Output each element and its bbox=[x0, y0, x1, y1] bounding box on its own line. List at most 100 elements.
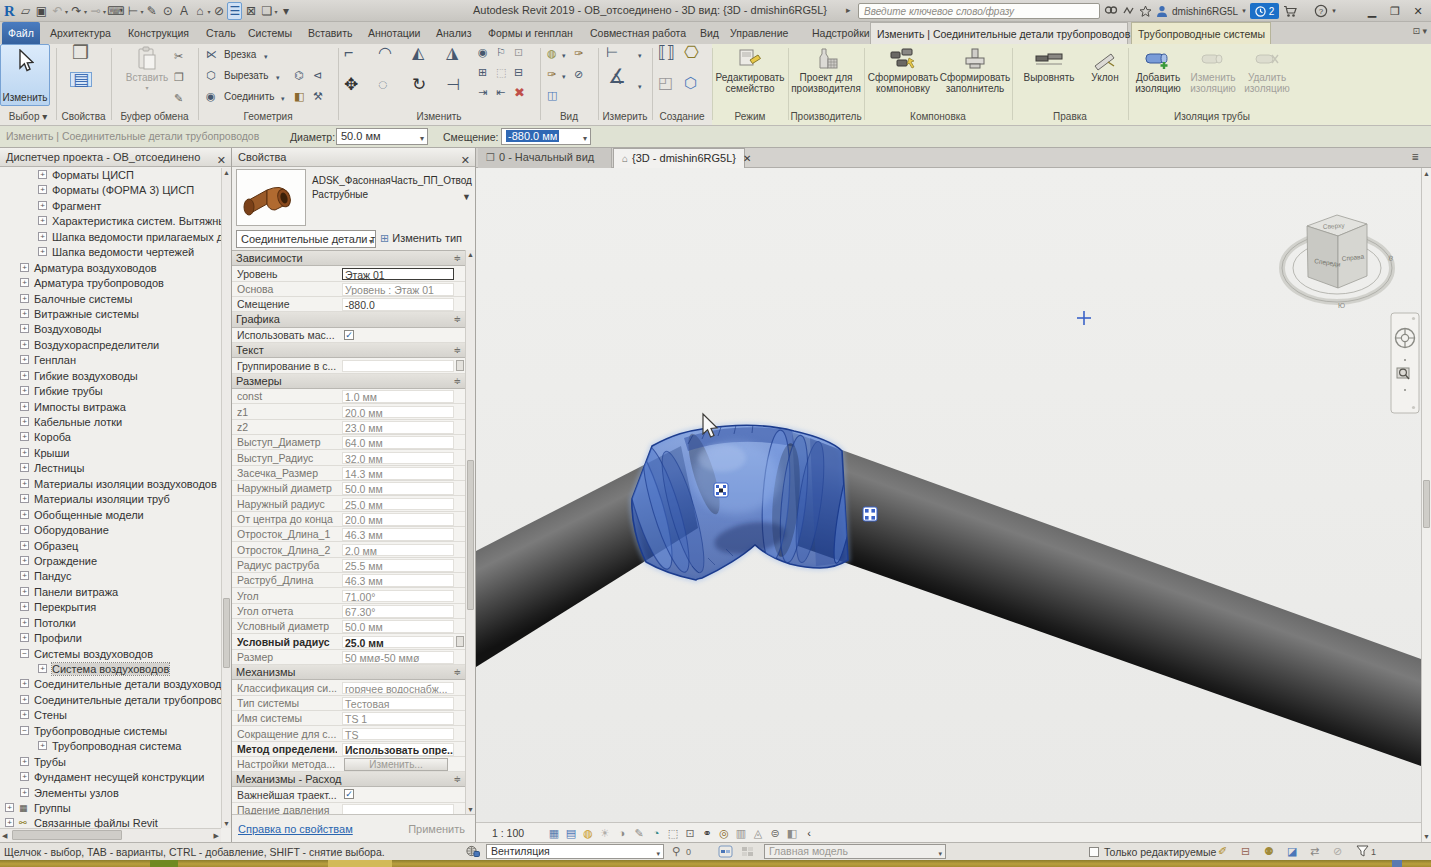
help-icon[interactable]: ? bbox=[1314, 4, 1328, 18]
scroll-up-icon[interactable]: ▲ bbox=[466, 251, 475, 258]
project-browser-vscrollbar[interactable]: ▲ ▼ bbox=[221, 168, 231, 828]
expand-icon[interactable]: + bbox=[38, 216, 47, 225]
paint-icon[interactable]: ◧ bbox=[294, 90, 304, 103]
tree-item[interactable]: −Системы воздуховодов bbox=[0, 647, 221, 662]
property-value[interactable]: 50 ммø-50 ммø bbox=[342, 651, 454, 664]
ribbon-tab-1[interactable]: Конструкция bbox=[122, 22, 195, 44]
close-view-icon[interactable]: ✕ bbox=[743, 153, 751, 164]
tree-item-label[interactable]: Фундамент несущей конструкции bbox=[34, 771, 204, 783]
tree-item-label[interactable]: Панели витража bbox=[34, 586, 118, 598]
switch-windows-icon-dropdown[interactable]: ▾ bbox=[274, 8, 277, 15]
tree-item[interactable]: +Перекрытия bbox=[0, 600, 221, 615]
group-create-icon[interactable]: ⬡ bbox=[684, 76, 697, 89]
connector-marker-left[interactable] bbox=[714, 483, 728, 497]
properties-close-icon[interactable]: ✕ bbox=[461, 151, 470, 169]
user-icon[interactable] bbox=[1156, 5, 1168, 18]
tree-item[interactable]: +Материалы изоляции воздуховодов bbox=[0, 477, 221, 492]
tree-item[interactable]: +Соединительные детали трубопровод bbox=[0, 693, 221, 708]
section-pin-icon[interactable]: ≑ bbox=[453, 253, 461, 263]
constraints-icon[interactable]: ⊜ bbox=[767, 825, 783, 841]
crop-view-icon[interactable]: ⬚ bbox=[665, 825, 681, 841]
tree-item-label[interactable]: Система воздуховодов bbox=[52, 663, 169, 675]
help-dropdown-icon[interactable]: ▾ bbox=[1332, 7, 1336, 15]
expand-icon[interactable]: + bbox=[20, 772, 29, 781]
tree-item[interactable]: +Крыши bbox=[0, 446, 221, 461]
scale-icon[interactable]: ▦ bbox=[546, 825, 562, 841]
expand-icon[interactable]: + bbox=[38, 170, 47, 179]
pipe-right[interactable] bbox=[792, 432, 1421, 766]
expand-icon[interactable]: + bbox=[20, 294, 29, 303]
split-gap-icon[interactable]: ⇤ bbox=[496, 86, 505, 99]
collapse-icon[interactable]: − bbox=[20, 649, 29, 658]
type-name[interactable]: ADSK_ФасоннаяЧасть_ПП_Отвод Раструбные bbox=[312, 174, 464, 202]
editing-requests-icon[interactable]: ⚲ bbox=[672, 845, 680, 858]
show-crop-icon[interactable]: ⊡ bbox=[682, 825, 698, 841]
align-edit-button[interactable]: Выровнять bbox=[1016, 46, 1082, 83]
aligned-dimension-icon[interactable]: ✎ bbox=[144, 2, 159, 20]
tree-item-label[interactable]: Материалы изоляции труб bbox=[34, 493, 170, 505]
expand-icon[interactable]: + bbox=[38, 201, 47, 210]
temporary-hide-icon[interactable]: ⚭ bbox=[699, 825, 715, 841]
ribbon-tab-3[interactable]: Системы bbox=[242, 22, 298, 44]
ribbon-tab-7[interactable]: Формы и генплан bbox=[482, 22, 579, 44]
edit-requests-icon[interactable]: ◪ bbox=[1287, 845, 1297, 858]
expand-icon[interactable]: + bbox=[38, 185, 47, 194]
tree-item-label[interactable]: Характеристика систем. Вытяжные bbox=[52, 215, 221, 227]
expand-icon[interactable]: + bbox=[20, 371, 29, 380]
tree-item-label[interactable]: Стены bbox=[34, 709, 67, 721]
tree-item[interactable]: +Шапка ведомости чертежей bbox=[0, 245, 221, 260]
tree-item[interactable]: +Форматы (ФОРМА 3) ЦИСП bbox=[0, 183, 221, 198]
close-button[interactable]: ✕ bbox=[1411, 5, 1425, 18]
paintbrush-icon[interactable]: ✑ bbox=[547, 68, 556, 81]
open-icon[interactable]: ▱ bbox=[18, 2, 33, 20]
tree-item-label[interactable]: Трубопроводные системы bbox=[34, 725, 167, 737]
visibility-dropdown-icon[interactable]: ▾ bbox=[562, 49, 566, 62]
section-pin-icon[interactable]: ≑ bbox=[453, 667, 461, 677]
panel-fabrication-label[interactable]: Производитель bbox=[788, 111, 864, 124]
expand-icon[interactable]: + bbox=[20, 525, 29, 534]
expand-icon[interactable]: + bbox=[20, 263, 29, 272]
unpin-icon[interactable]: ⚐ bbox=[496, 46, 506, 59]
expand-icon[interactable]: + bbox=[5, 803, 14, 812]
scroll-down-icon[interactable]: ▼ bbox=[222, 820, 231, 827]
undo-icon-dropdown[interactable]: ▾ bbox=[65, 8, 68, 15]
property-value[interactable]: Уровень : Этаж 01 bbox=[342, 283, 454, 296]
property-value[interactable]: 25.0 мм bbox=[342, 636, 454, 649]
tree-item-label[interactable]: Импосты витража bbox=[34, 401, 126, 413]
properties-header[interactable]: Свойства✕ bbox=[232, 148, 475, 167]
collapse-icon[interactable]: ‹ bbox=[801, 825, 817, 841]
cope-dropdown-icon[interactable]: ▾ bbox=[264, 50, 268, 63]
app-store-cart-icon[interactable] bbox=[1283, 5, 1298, 18]
expand-icon[interactable]: + bbox=[20, 340, 29, 349]
tree-item[interactable]: + Воздухораспределители bbox=[0, 338, 221, 353]
cope-label[interactable]: Врезка bbox=[224, 49, 256, 60]
tree-item-label[interactable]: Воздухораспределители bbox=[34, 339, 159, 351]
ribbon-tab-piping-systems[interactable]: Трубопроводные системы bbox=[1131, 22, 1271, 44]
collapse-icon[interactable]: − bbox=[20, 726, 29, 735]
property-value[interactable]: Использовать опре... bbox=[342, 743, 454, 756]
tree-item-label[interactable]: Гибкие трубы bbox=[34, 385, 103, 397]
expand-icon[interactable]: + bbox=[20, 448, 29, 457]
scale-elements-icon[interactable]: ⊡ bbox=[514, 46, 523, 59]
tree-item-label[interactable]: Гибкие воздуховоды bbox=[34, 370, 138, 382]
edit-insulation-button[interactable]: Изменить изоляцию bbox=[1186, 46, 1240, 94]
edit-type-button[interactable]: ⊞Изменить тип bbox=[380, 230, 472, 248]
join-icon[interactable]: ◉ bbox=[206, 90, 216, 103]
expand-icon[interactable]: + bbox=[20, 679, 29, 688]
tree-item-label[interactable]: Лестницы bbox=[34, 462, 84, 474]
tree-item[interactable]: + Фундамент несущей конструкции bbox=[0, 770, 221, 785]
expand-icon[interactable]: + bbox=[20, 402, 29, 411]
expand-icon[interactable]: + bbox=[20, 618, 29, 627]
property-value[interactable]: 20.0 мм bbox=[342, 406, 454, 419]
panel-modify-label[interactable]: Изменить bbox=[338, 111, 540, 124]
section-pin-icon[interactable]: ≑ bbox=[453, 774, 461, 784]
property-value[interactable]: 20.0 мм bbox=[342, 513, 454, 526]
tree-item[interactable]: + Гибкие воздуховоды bbox=[0, 369, 221, 384]
view-tab-list-icon[interactable]: ≣ bbox=[1411, 152, 1419, 162]
viewcube[interactable]: В Ю Спереди Справа Сверху bbox=[1282, 215, 1394, 309]
expand-icon[interactable]: + bbox=[20, 788, 29, 797]
revit-logo-icon[interactable]: R bbox=[2, 2, 17, 20]
tree-item[interactable]: +Пандус bbox=[0, 569, 221, 584]
worksharing-display-icon[interactable]: ✐ bbox=[1218, 845, 1227, 858]
property-value[interactable]: -880.0 bbox=[342, 298, 454, 311]
